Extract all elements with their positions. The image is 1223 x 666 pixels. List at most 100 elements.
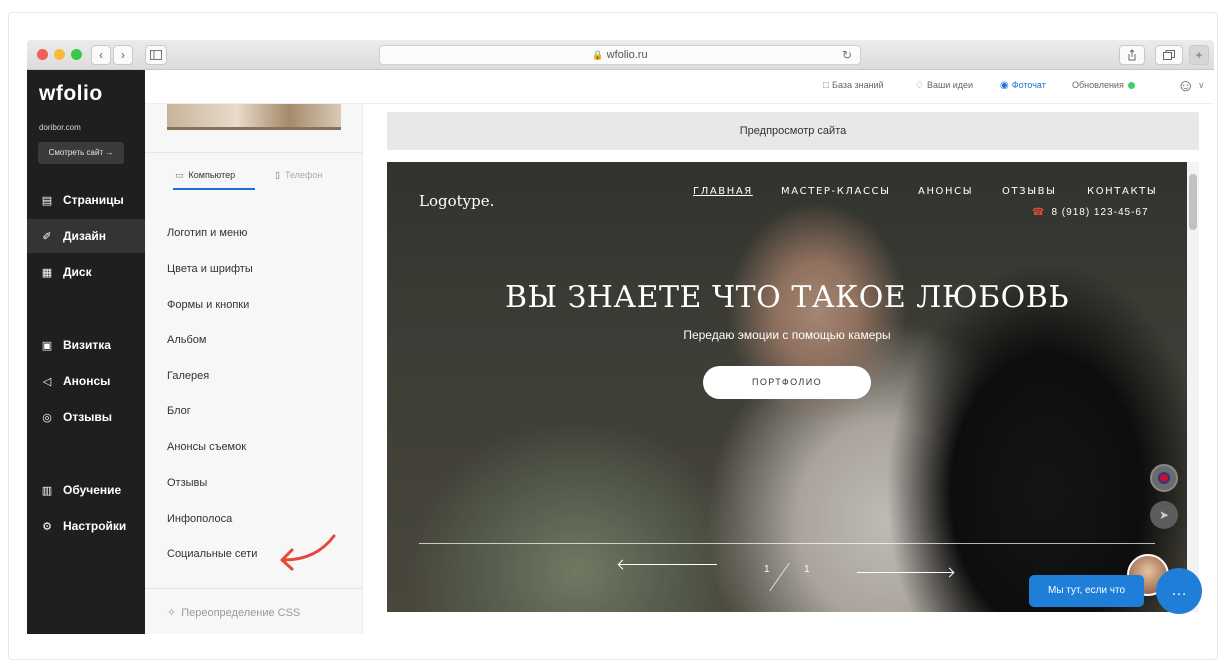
sidebar-item-disk[interactable]: ▦ Диск xyxy=(27,255,145,289)
menu-item-forms-buttons[interactable]: Формы и кнопки xyxy=(167,299,249,311)
window-zoom-button[interactable] xyxy=(71,49,82,60)
menu-item-gallery[interactable]: Галерея xyxy=(167,370,209,382)
sidebar-item-label: Дизайн xyxy=(63,229,107,243)
site-nav-home[interactable]: ГЛАВНАЯ xyxy=(693,186,753,197)
chevron-down-icon[interactable]: ∨ xyxy=(1198,80,1205,91)
lock-icon: 🔒 xyxy=(592,50,604,60)
menu-item-shoot-announcements[interactable]: Анонсы съемок xyxy=(167,441,246,453)
window-close-button[interactable] xyxy=(37,49,48,60)
new-tab-button[interactable]: + xyxy=(1189,45,1209,65)
uk-flag-icon xyxy=(1158,472,1170,484)
site-nav-reviews[interactable]: ОТЗЫВЫ xyxy=(1002,186,1057,197)
chat-icon: ◎ xyxy=(42,411,52,424)
site-nav-announcements[interactable]: АНОНСЫ xyxy=(918,186,973,197)
graduation-cap-icon: □ xyxy=(823,80,830,91)
paint-bucket-icon: ✧ xyxy=(167,607,177,619)
sidebar-item-label: Отзывы xyxy=(63,410,113,424)
knowledge-base-label: База знаний xyxy=(832,80,884,90)
knowledge-base-link[interactable]: □ База знаний xyxy=(823,80,884,91)
divider xyxy=(145,152,363,153)
sidebar-item-settings[interactable]: ⚙ Настройки xyxy=(27,509,145,543)
chevron-left-icon: ‹ xyxy=(99,48,103,62)
language-flag-icon[interactable] xyxy=(1150,464,1178,492)
site-logo[interactable]: Logotype. xyxy=(419,192,494,210)
preview-header: Предпросмотр сайта xyxy=(387,112,1199,150)
menu-item-album[interactable]: Альбом xyxy=(167,334,206,346)
share-send-icon[interactable]: ➤ xyxy=(1150,501,1178,529)
tabs-overview-button[interactable] xyxy=(1155,45,1183,65)
sidebar: wfolio doribor.com Смотреть сайт → ▤ Стра… xyxy=(27,70,145,634)
back-button[interactable]: ‹ xyxy=(91,45,111,65)
photochat-link[interactable]: ◉ Фоточат xyxy=(1000,80,1046,91)
updates-label: Обновления xyxy=(1072,80,1124,90)
menu-item-colors-fonts[interactable]: Цвета и шрифты xyxy=(167,263,253,275)
plus-icon: + xyxy=(1195,48,1203,62)
photochat-label: Фоточат xyxy=(1011,80,1046,90)
share-icon xyxy=(1128,49,1136,61)
sidebar-item-reviews[interactable]: ◎ Отзывы xyxy=(27,400,145,434)
tab-label: Компьютер xyxy=(188,170,236,180)
view-site-button[interactable]: Смотреть сайт → xyxy=(38,142,124,164)
sidebar-item-label: Диск xyxy=(63,265,92,279)
slider-divider xyxy=(419,543,1155,544)
portfolio-button[interactable]: ПОРТФОЛИО xyxy=(703,366,871,399)
book-icon: ▥ xyxy=(41,484,53,497)
slider-next-arrow-icon[interactable] xyxy=(857,572,953,573)
menu-item-blog[interactable]: Блог xyxy=(167,405,191,417)
menu-item-reviews[interactable]: Отзывы xyxy=(167,477,207,489)
scrollbar-thumb[interactable] xyxy=(1189,174,1197,230)
menu-item-social-networks[interactable]: Социальные сети xyxy=(167,548,257,560)
megaphone-icon: ◁ xyxy=(42,375,52,388)
chat-greeting-bubble[interactable]: Мы тут, если что xyxy=(1029,575,1144,607)
sidebar-item-label: Анонсы xyxy=(63,374,111,388)
address-bar[interactable]: 🔒 wfolio.ru ↻ xyxy=(379,45,861,65)
your-ideas-link[interactable]: ♢ Ваши идеи xyxy=(915,80,973,91)
menu-item-info-strip[interactable]: Инфополоса xyxy=(167,513,232,525)
site-domain: doribor.com xyxy=(39,123,81,132)
site-preview-hero[interactable]: Logotype. ГЛАВНАЯ МАСТЕР-КЛАССЫ АНОНСЫ О… xyxy=(387,162,1187,612)
updates-link[interactable]: Обновления xyxy=(1072,80,1135,90)
sidebar-item-label: Обучение xyxy=(63,483,122,497)
tab-label: Телефон xyxy=(284,170,323,180)
user-avatar-icon[interactable]: ☺ xyxy=(1177,76,1194,96)
css-override-label: Переопределение CSS xyxy=(181,607,301,619)
sidebar-item-label: Страницы xyxy=(63,193,124,207)
phone-icon: ▯ xyxy=(275,170,280,180)
lightbulb-icon: ♢ xyxy=(915,80,924,91)
hero-title: ВЫ ЗНАЕТЕ ЧТО ТАКОЕ ЛЮБОВЬ xyxy=(504,280,1070,315)
sidebar-item-business-card[interactable]: ▣ Визитка xyxy=(27,328,145,362)
sidebar-item-announcements[interactable]: ◁ Анонсы xyxy=(27,364,145,398)
forward-button[interactable]: › xyxy=(113,45,133,65)
tab-phone[interactable]: ▯ Телефон xyxy=(275,170,322,181)
your-ideas-label: Ваши идеи xyxy=(926,80,974,90)
chat-icon[interactable]: … xyxy=(1156,568,1202,614)
site-nav-workshops[interactable]: МАСТЕР-КЛАССЫ xyxy=(781,186,891,197)
photochat-icon: ◉ xyxy=(1000,80,1009,91)
site-phone[interactable]: ☎ 8 (918) 123-45-67 xyxy=(1032,207,1149,218)
css-override-link[interactable]: ✧ Переопределение CSS xyxy=(167,606,300,619)
active-tab-indicator xyxy=(173,188,255,190)
site-nav-contacts[interactable]: КОНТАКТЫ xyxy=(1087,186,1157,197)
slider-prev-arrow-icon[interactable] xyxy=(619,564,717,565)
sidebar-item-label: Визитка xyxy=(63,338,111,352)
site-phone-number: 8 (918) 123-45-67 xyxy=(1051,207,1149,218)
tab-desktop[interactable]: ▭ Компьютер xyxy=(175,170,235,181)
tabs-icon xyxy=(1163,50,1175,60)
url-text: wfolio.ru xyxy=(606,49,648,61)
reload-icon[interactable]: ↻ xyxy=(842,46,852,64)
hero-subtitle: Передаю эмоции с помощью камеры xyxy=(683,328,891,342)
share-button[interactable] xyxy=(1119,45,1145,65)
theme-preview-thumbnail[interactable] xyxy=(167,104,341,130)
chevron-right-icon: › xyxy=(121,48,125,62)
preview-scrollbar[interactable] xyxy=(1187,162,1199,612)
sidebar-item-learning[interactable]: ▥ Обучение xyxy=(27,473,145,507)
sidebar-toggle-button[interactable] xyxy=(145,45,167,65)
slide-total: 1 xyxy=(804,564,810,575)
menu-item-logo-menu[interactable]: Логотип и меню xyxy=(167,227,247,239)
sidebar-item-pages[interactable]: ▤ Страницы xyxy=(27,183,145,217)
window-minimize-button[interactable] xyxy=(54,49,65,60)
monitor-icon: ▭ xyxy=(175,170,184,180)
slide-current: 1 xyxy=(764,564,770,575)
sidebar-item-label: Настройки xyxy=(63,519,127,533)
sidebar-item-design[interactable]: ✐ Дизайн xyxy=(27,219,145,253)
